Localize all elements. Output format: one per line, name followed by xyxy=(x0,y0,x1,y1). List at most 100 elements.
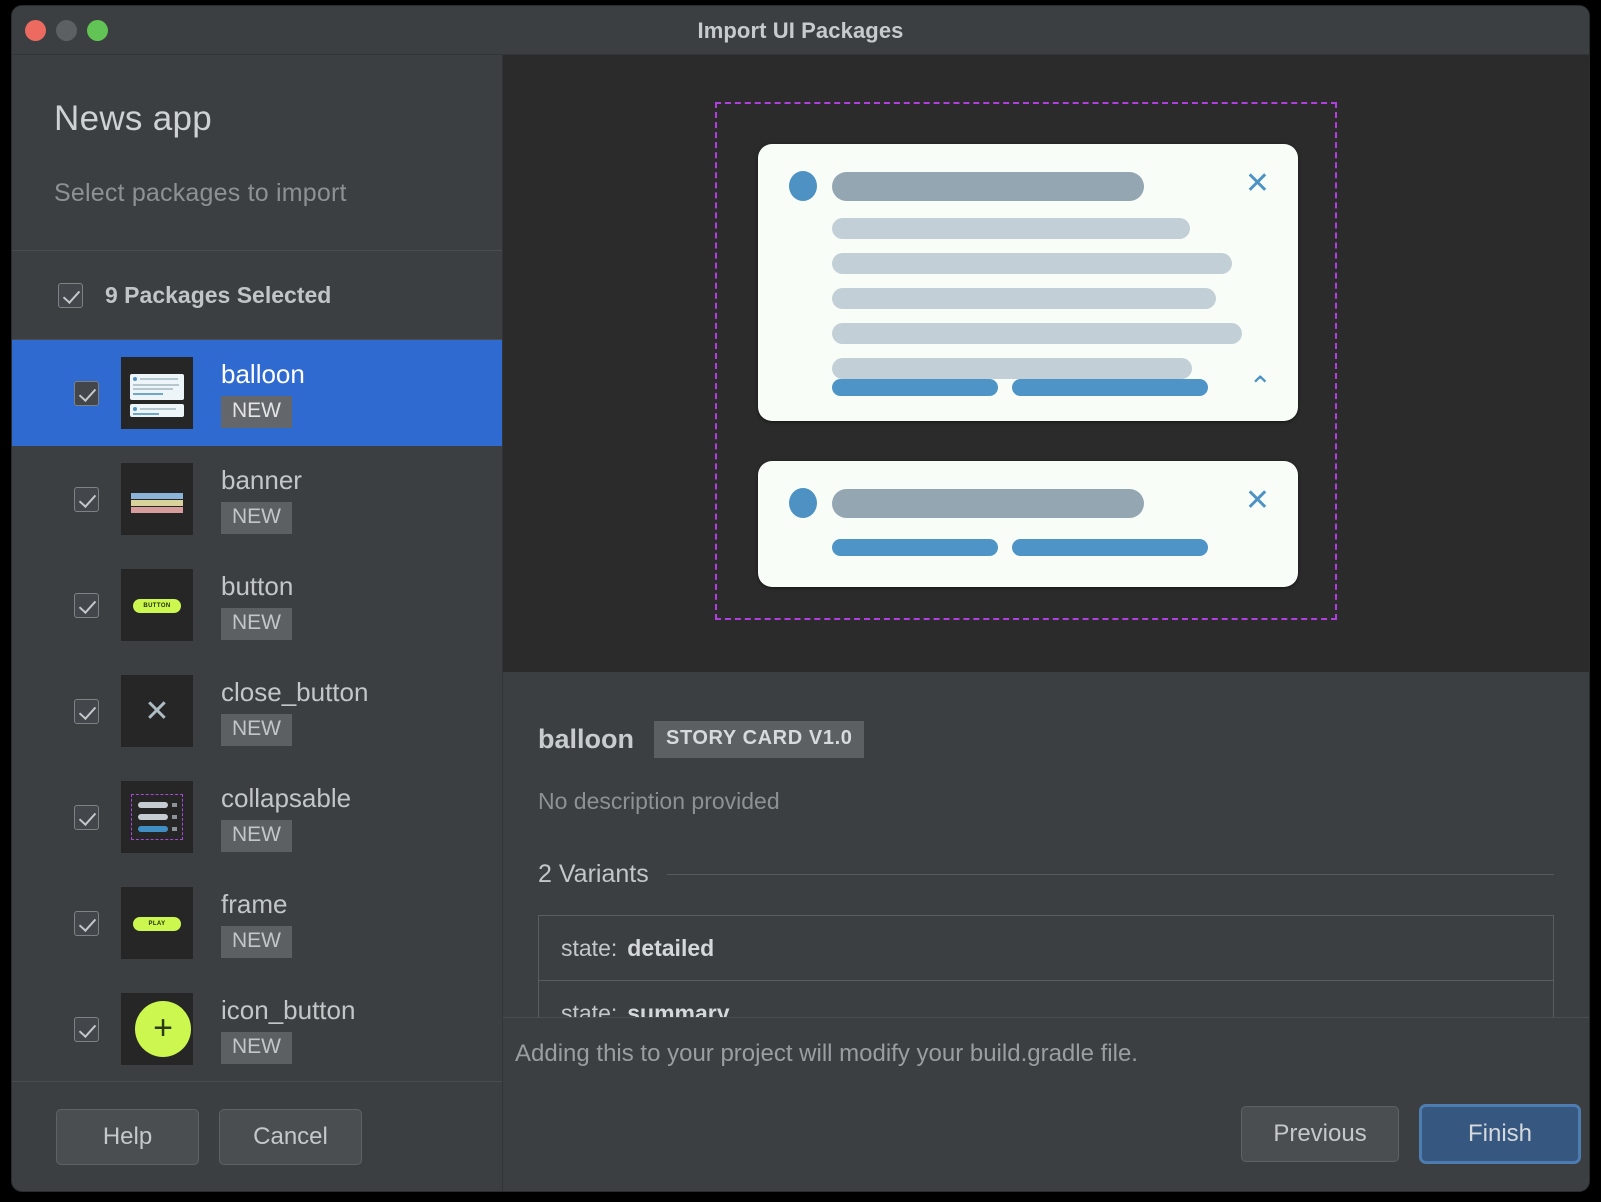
variant-value: detailed xyxy=(627,934,715,961)
list-item-close_button[interactable]: ✕ close_button NEW xyxy=(12,658,502,764)
import-ui-packages-window: Import UI Packages News app Select packa… xyxy=(12,6,1589,1191)
variants-section-header: 2 Variants xyxy=(538,860,1554,889)
status-message: Adding this to your project will modify … xyxy=(515,1040,1138,1067)
package-checkbox[interactable] xyxy=(74,1016,99,1042)
package-meta: button NEW xyxy=(221,571,293,640)
list-item-balloon[interactable]: balloon NEW xyxy=(12,340,502,446)
action-placeholder xyxy=(1012,539,1208,556)
details-header: balloon STORY CARD V1.0 xyxy=(538,672,1554,758)
package-checkbox[interactable] xyxy=(74,380,99,406)
status-badge: NEW xyxy=(221,501,292,534)
list-item-button[interactable]: BUTTON button NEW xyxy=(12,552,502,658)
package-checkbox[interactable] xyxy=(74,910,99,936)
component-type-badge: STORY CARD V1.0 xyxy=(654,721,865,758)
previous-button[interactable]: Previous xyxy=(1241,1106,1399,1162)
component-description: No description provided xyxy=(538,788,780,814)
preview-card-summary: ✕ xyxy=(758,461,1298,587)
main-panel: ✕ ⌃ ✕ balloon STORY CARD V1.0 No descrip… xyxy=(503,55,1589,1191)
status-badge: NEW xyxy=(221,925,292,958)
finish-button[interactable]: Finish xyxy=(1421,1106,1579,1162)
list-item-label: close_button xyxy=(221,676,369,707)
avatar xyxy=(789,488,817,518)
list-item-frame[interactable]: PLAY frame NEW xyxy=(12,870,502,976)
sidebar-subtitle: Select packages to import xyxy=(54,179,347,207)
pill-label: PLAY xyxy=(133,917,181,931)
list-item-label: button xyxy=(221,570,294,601)
package-checkbox[interactable] xyxy=(74,804,99,830)
page-title: balloon xyxy=(538,724,634,754)
minimize-window-button[interactable] xyxy=(56,20,77,41)
avatar xyxy=(789,171,817,201)
button-pill-thumb-icon: BUTTON xyxy=(121,569,193,641)
select-all-label: 9 Packages Selected xyxy=(105,281,332,308)
variant-row[interactable]: state: detailed xyxy=(539,916,1553,981)
story-card-thumb-icon xyxy=(121,357,193,429)
status-badge: NEW xyxy=(221,607,292,640)
packages-list[interactable]: balloon NEW banner NEW BUTTON button NEW… xyxy=(12,340,502,1081)
close-x-thumb-icon: ✕ xyxy=(121,675,193,747)
sidebar-footer: Help Cancel xyxy=(12,1081,502,1191)
pill-label: BUTTON xyxy=(133,599,181,613)
package-meta: banner NEW xyxy=(221,465,302,534)
window-controls xyxy=(25,20,108,41)
text-line-placeholder xyxy=(832,288,1216,309)
app-title: News app xyxy=(54,99,213,138)
select-all-row[interactable]: 9 Packages Selected xyxy=(12,251,502,340)
list-item-label: balloon xyxy=(221,358,305,389)
variants-count-label: 2 Variants xyxy=(538,860,649,888)
text-line-placeholder xyxy=(832,323,1242,344)
window-title: Import UI Packages xyxy=(697,18,904,43)
window-body: News app Select packages to import 9 Pac… xyxy=(12,55,1589,1191)
list-item-banner[interactable]: banner NEW xyxy=(12,446,502,552)
status-badge: NEW xyxy=(221,713,292,746)
action-placeholder xyxy=(832,379,998,396)
cancel-button[interactable]: Cancel xyxy=(219,1108,362,1165)
headline-placeholder xyxy=(832,172,1144,201)
packages-sidebar: News app Select packages to import 9 Pac… xyxy=(12,55,503,1191)
status-bar: Adding this to your project will modify … xyxy=(503,1017,1589,1191)
list-item-collapsable[interactable]: collapsable NEW xyxy=(12,764,502,870)
list-item-icon_button[interactable]: + icon_button NEW xyxy=(12,976,502,1081)
component-preview: ✕ ⌃ ✕ xyxy=(503,55,1589,672)
plus-icon: + xyxy=(135,1001,191,1057)
icon-plus-thumb-icon: + xyxy=(121,993,193,1065)
package-meta: balloon NEW xyxy=(221,359,305,428)
select-all-checkbox[interactable] xyxy=(58,282,83,308)
list-item-label: icon_button xyxy=(221,994,356,1025)
list-item-label: frame xyxy=(221,888,288,919)
close-window-button[interactable] xyxy=(25,20,46,41)
action-placeholder xyxy=(832,539,998,556)
list-item-label: banner xyxy=(221,464,302,495)
close-icon[interactable]: ✕ xyxy=(1245,169,1270,199)
package-meta: frame NEW xyxy=(221,889,292,958)
chevron-up-icon[interactable]: ⌃ xyxy=(1249,373,1272,401)
package-checkbox[interactable] xyxy=(74,592,99,618)
variant-key: state: xyxy=(561,934,618,961)
status-badge: NEW xyxy=(221,819,292,852)
frame-pill-thumb-icon: PLAY xyxy=(121,887,193,959)
banner-thumb-icon xyxy=(121,463,193,535)
text-line-placeholder xyxy=(832,218,1190,239)
package-checkbox[interactable] xyxy=(74,486,99,512)
close-icon[interactable]: ✕ xyxy=(1245,486,1270,516)
package-checkbox[interactable] xyxy=(74,698,99,724)
collapsable-thumb-icon xyxy=(121,781,193,853)
package-meta: collapsable NEW xyxy=(221,783,351,852)
package-meta: close_button NEW xyxy=(221,677,368,746)
wizard-navigation: Previous Finish xyxy=(1241,1106,1579,1162)
sidebar-header: News app Select packages to import xyxy=(12,55,502,251)
preview-card-detailed: ✕ ⌃ xyxy=(758,144,1298,421)
package-meta: icon_button NEW xyxy=(221,995,355,1064)
text-line-placeholder xyxy=(832,358,1192,379)
status-badge: NEW xyxy=(221,395,292,428)
component-details: balloon STORY CARD V1.0 No description p… xyxy=(503,672,1589,1191)
help-button[interactable]: Help xyxy=(56,1108,199,1165)
divider xyxy=(666,874,1554,875)
action-placeholder xyxy=(1012,379,1208,396)
headline-placeholder xyxy=(832,489,1144,518)
zoom-window-button[interactable] xyxy=(87,20,108,41)
status-badge: NEW xyxy=(221,1031,292,1064)
window-titlebar: Import UI Packages xyxy=(12,6,1589,55)
text-line-placeholder xyxy=(832,253,1232,274)
list-item-label: collapsable xyxy=(221,782,352,813)
